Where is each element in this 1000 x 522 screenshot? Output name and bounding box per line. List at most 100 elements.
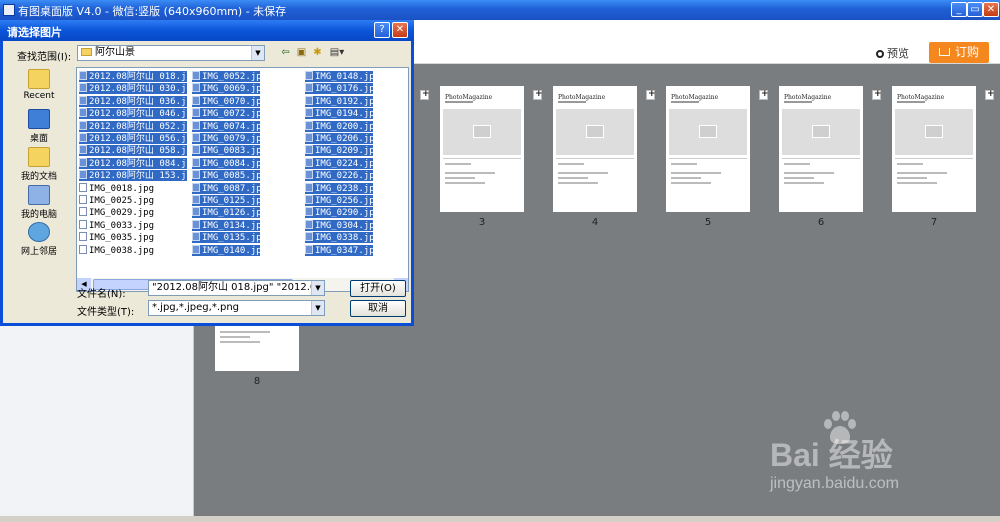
file-item[interactable]: IMG_0338.jpg: [305, 232, 380, 244]
image-file-icon: [79, 157, 87, 167]
file-item[interactable]: IMG_0125.jpg: [192, 195, 267, 206]
image-file-icon: [305, 170, 313, 180]
file-item[interactable]: 2012.08阿尔山 058.jpg: [79, 145, 197, 157]
file-item[interactable]: IMG_0070.jpg: [192, 95, 267, 107]
up-folder-icon[interactable]: ▣: [295, 47, 308, 58]
text-line: [220, 341, 260, 343]
file-item[interactable]: 2012.08阿尔山 018.jpg: [79, 71, 197, 82]
text-line: [445, 172, 495, 174]
file-item[interactable]: IMG_0140.jpg: [192, 244, 267, 256]
file-item[interactable]: IMG_0087.jpg: [192, 182, 267, 194]
file-item[interactable]: IMG_0290.jpg: [305, 207, 380, 219]
file-name: IMG_0018.jpg: [89, 183, 155, 194]
file-item[interactable]: IMG_0209.jpg: [305, 145, 380, 157]
file-item[interactable]: IMG_0126.jpg: [192, 207, 267, 219]
file-item[interactable]: IMG_0084.jpg: [192, 157, 267, 169]
page-thumbnail[interactable]: PhotoMagazine: [892, 86, 976, 212]
file-item[interactable]: IMG_0029.jpg: [79, 207, 187, 218]
file-item[interactable]: 2012.08阿尔山 036.jpg: [79, 95, 197, 107]
back-icon[interactable]: ⇦: [279, 47, 292, 58]
file-name: IMG_0256.jpg: [315, 196, 381, 206]
file-item[interactable]: 2012.08阿尔山 056.jpg: [79, 133, 197, 144]
image-file-icon: [192, 195, 200, 204]
file-type-select[interactable]: *.jpg,*.jpeg,*.png ▼: [148, 300, 325, 316]
text-line: [784, 163, 810, 165]
open-button[interactable]: 打开(O): [350, 280, 406, 297]
file-name: IMG_0224.jpg: [315, 158, 381, 169]
look-in-select[interactable]: 阿尔山景 ▼: [77, 45, 265, 61]
place-label: 我的文档: [20, 172, 57, 182]
file-item[interactable]: 2012.08阿尔山 046.jpg: [79, 108, 197, 120]
text-line: [784, 182, 824, 184]
add-page-icon[interactable]: [759, 89, 769, 100]
file-item[interactable]: IMG_0033.jpg: [79, 219, 187, 231]
page-thumbnail[interactable]: PhotoMagazine: [553, 86, 637, 212]
page-thumbnail[interactable]: PhotoMagazine: [440, 86, 524, 212]
place-recent[interactable]: Recent: [7, 69, 71, 101]
new-folder-icon[interactable]: ✱: [311, 47, 324, 58]
file-list[interactable]: 2012.08阿尔山 018.jpg 2012.08阿尔山 030.jpg 2012…: [76, 67, 409, 292]
dialog-help-button[interactable]: ?: [374, 22, 390, 38]
page-thumbnail[interactable]: PhotoMagazine: [779, 86, 863, 212]
add-page-icon[interactable]: [420, 89, 430, 100]
file-item[interactable]: IMG_0035.jpg: [79, 232, 187, 243]
dialog-close-button[interactable]: ✕: [392, 22, 408, 38]
file-item[interactable]: 2012.08阿尔山 153.jpg: [79, 170, 197, 182]
file-item[interactable]: IMG_0135.jpg: [192, 232, 267, 244]
cancel-button[interactable]: 取消: [350, 300, 406, 317]
close-button[interactable]: ✕: [983, 2, 999, 17]
minimize-button[interactable]: _: [951, 2, 967, 17]
file-item[interactable]: IMG_0194.jpg: [305, 108, 380, 120]
place-my-documents[interactable]: 我的文档: [7, 147, 71, 182]
place-desktop[interactable]: 桌面: [7, 109, 71, 144]
file-item[interactable]: IMG_0347.jpg: [305, 244, 380, 256]
file-item[interactable]: IMG_0238.jpg: [305, 182, 380, 194]
file-item[interactable]: IMG_0074.jpg: [192, 120, 267, 132]
page-logo: PhotoMagazine: [897, 94, 945, 101]
page-thumbnail[interactable]: PhotoMagazine: [666, 86, 750, 212]
place-my-computer[interactable]: 我的电脑: [7, 185, 71, 220]
file-item[interactable]: 2012.08阿尔山 030.jpg: [79, 83, 197, 95]
view-menu-icon[interactable]: ▤▾: [328, 47, 346, 58]
file-item[interactable]: IMG_0176.jpg: [305, 83, 380, 95]
file-item[interactable]: IMG_0304.jpg: [305, 219, 380, 231]
file-item[interactable]: IMG_0083.jpg: [192, 145, 267, 157]
file-item[interactable]: 2012.08阿尔山 084.jpg: [79, 157, 197, 169]
add-page-icon[interactable]: [985, 89, 995, 100]
preview-button[interactable]: 预览: [876, 45, 909, 61]
file-item[interactable]: IMG_0069.jpg: [192, 83, 267, 95]
file-item[interactable]: IMG_0148.jpg: [305, 71, 380, 82]
file-item[interactable]: IMG_0206.jpg: [305, 133, 380, 144]
file-item[interactable]: IMG_0072.jpg: [192, 108, 267, 120]
file-item[interactable]: IMG_0079.jpg: [192, 133, 267, 144]
image-icon: [699, 125, 717, 138]
recent-icon: [28, 69, 50, 89]
add-page-icon[interactable]: [872, 89, 882, 100]
file-item[interactable]: IMG_0025.jpg: [79, 195, 187, 206]
page-number: 4: [591, 217, 599, 228]
file-item[interactable]: IMG_0018.jpg: [79, 182, 187, 194]
image-file-icon: [305, 95, 313, 105]
file-item[interactable]: 2012.08阿尔山 052.jpg: [79, 120, 197, 132]
file-item[interactable]: IMG_0226.jpg: [305, 170, 380, 182]
app-icon: [3, 4, 15, 16]
maximize-button[interactable]: ▭: [967, 2, 983, 17]
file-name-input[interactable]: "2012.08阿尔山 018.jpg" "2012.08阿尔山 ▼: [148, 280, 325, 296]
image-file-icon: [192, 207, 200, 217]
image-file-icon: [79, 133, 87, 142]
add-page-icon[interactable]: [646, 89, 656, 100]
page-number: 6: [817, 217, 825, 228]
image-file-icon: [192, 95, 200, 105]
file-item[interactable]: IMG_0134.jpg: [192, 219, 267, 231]
photo-placeholder: [782, 109, 860, 155]
file-item[interactable]: IMG_0192.jpg: [305, 95, 380, 107]
file-item[interactable]: IMG_0200.jpg: [305, 120, 380, 132]
file-item[interactable]: IMG_0038.jpg: [79, 244, 187, 256]
order-button[interactable]: 订购: [929, 42, 989, 63]
add-page-icon[interactable]: [533, 89, 543, 100]
file-item[interactable]: IMG_0052.jpg: [192, 71, 267, 82]
place-network[interactable]: 网上邻居: [7, 222, 71, 257]
file-item[interactable]: IMG_0256.jpg: [305, 195, 380, 206]
file-item[interactable]: IMG_0085.jpg: [192, 170, 267, 182]
file-item[interactable]: IMG_0224.jpg: [305, 157, 380, 169]
